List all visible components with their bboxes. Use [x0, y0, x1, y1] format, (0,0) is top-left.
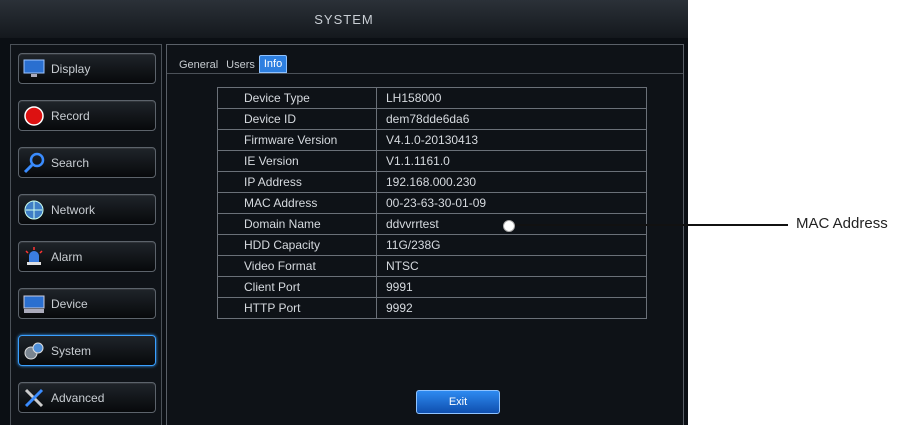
- sidebar-item-record[interactable]: Record: [18, 100, 156, 131]
- table-row: Client Port 9991: [217, 276, 647, 298]
- info-label: HDD Capacity: [217, 234, 377, 256]
- tab-bar: General Users Info: [175, 55, 288, 73]
- monitor-icon: [23, 58, 45, 80]
- sidebar-item-display[interactable]: Display: [18, 53, 156, 84]
- sidebar-item-label: Display: [51, 61, 91, 76]
- system-icon: [23, 340, 45, 362]
- tab-general[interactable]: General: [175, 57, 222, 73]
- window-title: SYSTEM: [0, 0, 688, 38]
- info-label: Client Port: [217, 276, 377, 298]
- info-value: LH158000: [376, 87, 647, 109]
- table-row: MAC Address 00-23-63-30-01-09: [217, 192, 647, 214]
- table-row: HTTP Port 9992: [217, 297, 647, 319]
- info-label: Domain Name: [217, 213, 377, 235]
- dvr-screen: SYSTEM Display Record Search Network Ala…: [0, 0, 688, 425]
- table-row: Device Type LH158000: [217, 87, 647, 109]
- network-icon: [23, 199, 45, 221]
- info-value: 9991: [376, 276, 647, 298]
- sidebar-item-label: Alarm: [51, 249, 83, 264]
- info-label: HTTP Port: [217, 297, 377, 319]
- record-icon: [23, 105, 45, 127]
- sidebar-item-label: Advanced: [51, 390, 105, 405]
- info-label: IP Address: [217, 171, 377, 193]
- table-row: IE Version V1.1.1161.0: [217, 150, 647, 172]
- sidebar-item-label: System: [51, 343, 92, 358]
- sidebar-item-network[interactable]: Network: [18, 194, 156, 225]
- info-value: dem78dde6da6: [376, 108, 647, 130]
- info-label: IE Version: [217, 150, 377, 172]
- sidebar-item-label: Device: [51, 296, 88, 311]
- device-icon: [23, 293, 45, 315]
- callout-line: [508, 224, 788, 226]
- search-icon: [23, 152, 45, 174]
- exit-button[interactable]: Exit: [416, 390, 500, 414]
- info-value: 192.168.000.230: [376, 171, 647, 193]
- callout-marker: [503, 220, 515, 232]
- info-value: V1.1.1161.0: [376, 150, 647, 172]
- info-value: 11G/238G: [376, 234, 647, 256]
- device-info-table: Device Type LH158000 Device ID dem78dde6da…: [217, 87, 647, 319]
- alarm-icon: [23, 246, 45, 268]
- info-label: MAC Address: [217, 192, 377, 214]
- info-label: Video Format: [217, 255, 377, 277]
- tab-info[interactable]: Info: [258, 55, 288, 73]
- sidebar-item-advanced[interactable]: Advanced: [18, 382, 156, 413]
- table-row: Firmware Version V4.1.0-20130413: [217, 129, 647, 151]
- info-panel: General Users Info Device Type LH158000 D…: [166, 44, 684, 425]
- sidebar-item-label: Search: [51, 155, 90, 170]
- info-label: Device ID: [217, 108, 377, 130]
- sidebar-item-label: Network: [51, 202, 96, 217]
- tools-icon: [23, 387, 45, 409]
- info-label: Device Type: [217, 87, 377, 109]
- info-label: Firmware Version: [217, 129, 377, 151]
- sidebar-item-label: Record: [51, 108, 90, 123]
- table-row: Video Format NTSC: [217, 255, 647, 277]
- info-value: 9992: [376, 297, 647, 319]
- sidebar-item-search[interactable]: Search: [18, 147, 156, 178]
- sidebar-item-device[interactable]: Device: [18, 288, 156, 319]
- sidebar-item-alarm[interactable]: Alarm: [18, 241, 156, 272]
- sidebar-item-system[interactable]: System: [18, 335, 156, 366]
- tab-users[interactable]: Users: [222, 57, 259, 73]
- table-row: IP Address 192.168.000.230: [217, 171, 647, 193]
- sidebar-menu: Display Record Search Network Alarm Devi…: [10, 44, 162, 425]
- tab-divider: [167, 73, 683, 74]
- info-value: NTSC: [376, 255, 647, 277]
- table-row: Device ID dem78dde6da6: [217, 108, 647, 130]
- table-row: HDD Capacity 11G/238G: [217, 234, 647, 256]
- callout-label: MAC Address: [796, 215, 888, 232]
- info-value: 00-23-63-30-01-09: [376, 192, 647, 214]
- info-value: V4.1.0-20130413: [376, 129, 647, 151]
